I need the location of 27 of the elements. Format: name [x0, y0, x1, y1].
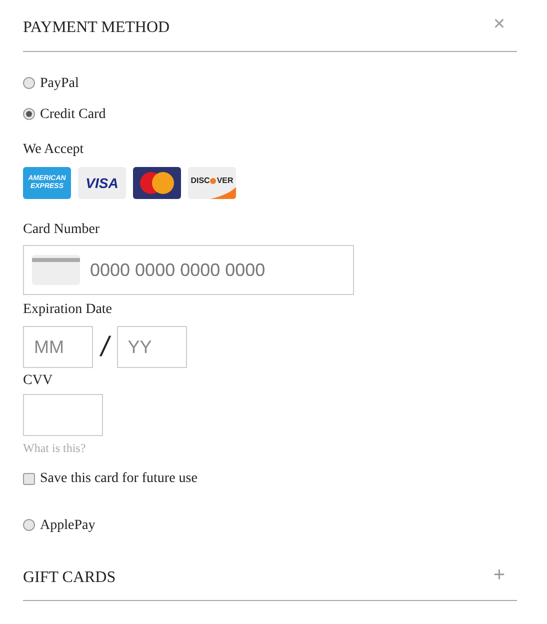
field-label: Expiration Date [23, 301, 114, 319]
section-title: GIFT CARDS [23, 568, 116, 588]
mastercard-logo [133, 167, 181, 199]
field-label: We Accept [23, 141, 85, 159]
help-link[interactable]: What is this? [23, 439, 86, 457]
field-label: CVV [23, 372, 54, 390]
card-icon [32, 255, 80, 285]
cvv-field[interactable] [23, 394, 103, 436]
checkbox[interactable] [23, 472, 35, 484]
checkbox-label: Save this card for future use [40, 470, 198, 488]
section-title: PAYMENT METHOD [23, 18, 170, 38]
date-separator: / [101, 330, 109, 364]
discover-logo: DISC VER [188, 167, 236, 199]
radio-button[interactable] [23, 108, 35, 120]
card-number-field[interactable]: 0000 0000 0000 0000 [23, 245, 354, 295]
month-field[interactable]: MM [23, 326, 93, 368]
radio-button[interactable] [23, 519, 35, 531]
visa-logo: VISA [78, 167, 126, 199]
radio-button[interactable] [23, 77, 35, 89]
radio-label: PayPal [40, 74, 79, 92]
radio-label: Credit Card [40, 106, 106, 124]
card-number-input[interactable]: 0000 0000 0000 0000 [90, 256, 330, 284]
expand-button[interactable]: + [493, 560, 505, 590]
year-field[interactable]: YY [116, 326, 187, 368]
radio-label: ApplePay [40, 516, 96, 534]
field-label: Card Number [23, 221, 101, 239]
close-button[interactable]: × [493, 8, 505, 38]
